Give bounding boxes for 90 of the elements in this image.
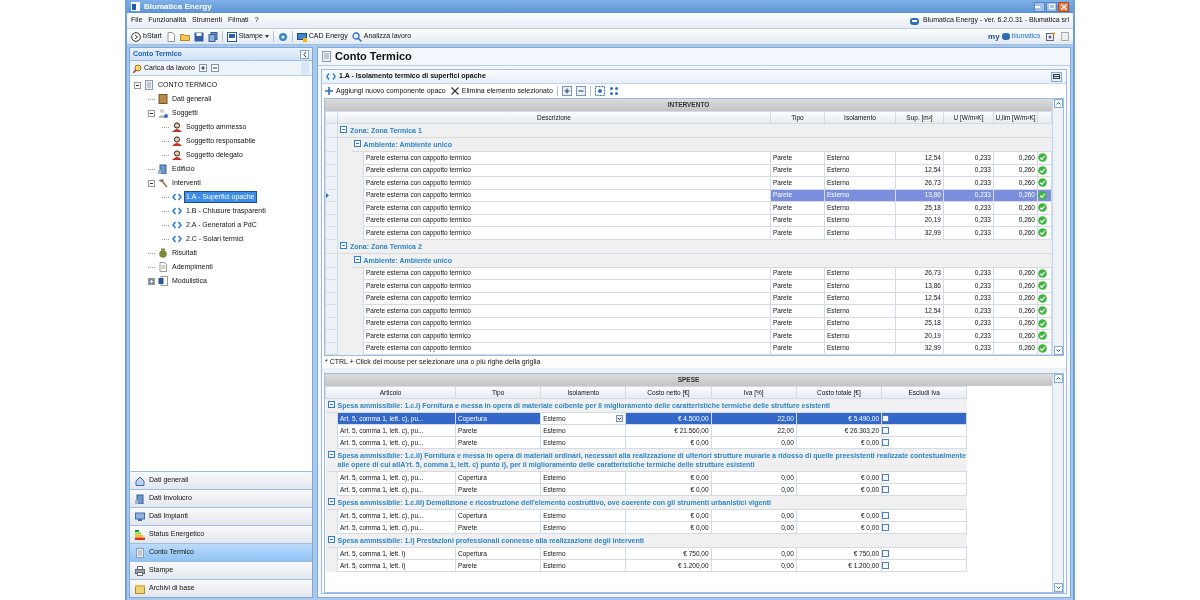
window-title: Blumatica Energy — [144, 0, 212, 13]
code-brackets-icon — [172, 234, 182, 244]
maximize-icon — [1048, 4, 1055, 9]
collapse-toggle-icon[interactable] — [327, 536, 335, 543]
code-brackets-icon — [172, 206, 182, 216]
collapse-panel-button[interactable] — [300, 49, 309, 59]
building-icon — [158, 164, 168, 174]
checkbox[interactable] — [882, 562, 889, 569]
scroll-up-icon[interactable] — [1053, 374, 1063, 383]
printer-icon — [135, 565, 145, 576]
person-icon — [172, 122, 182, 132]
vertical-scrollbar[interactable] — [1052, 99, 1063, 355]
scroll-down-icon[interactable] — [1053, 583, 1063, 592]
building-icon — [135, 493, 145, 504]
collapse-toggle-icon[interactable] — [327, 451, 335, 458]
maximize-button[interactable] — [1046, 1, 1057, 12]
page-title: Conto Termico — [335, 49, 412, 65]
collapse-toggle-icon[interactable] — [340, 241, 347, 249]
collapse-toggle-icon[interactable] — [134, 81, 141, 89]
checkbox[interactable] — [882, 512, 889, 519]
checkbox[interactable] — [882, 439, 889, 446]
checkbox[interactable] — [882, 486, 889, 493]
layout-toggle-button[interactable] — [1051, 71, 1062, 82]
book-icon — [158, 94, 168, 104]
minus-icon — [212, 66, 217, 70]
document-icon — [158, 262, 168, 272]
app-icon — [131, 2, 140, 11]
zoom-fit-icon[interactable] — [594, 86, 605, 96]
monitor-icon — [135, 511, 145, 522]
caret-down-icon — [264, 35, 269, 38]
document-icon[interactable] — [165, 31, 176, 42]
person-icon — [172, 136, 182, 146]
collapse-toggle-icon[interactable] — [148, 179, 155, 187]
split-view-icon — [1053, 74, 1060, 79]
expand-box-icon[interactable] — [561, 86, 572, 96]
logo-prefix: my — [988, 30, 1000, 43]
archive-box-icon — [135, 583, 145, 594]
money-bag-icon — [158, 248, 168, 258]
scroll-up-icon[interactable] — [1053, 99, 1063, 108]
vertical-scrollbar[interactable] — [1052, 374, 1063, 592]
hammer-icon — [158, 178, 168, 188]
scroll-down-icon[interactable] — [1053, 346, 1063, 355]
energy-bars-icon — [135, 529, 145, 540]
stacked-pages-icon[interactable] — [207, 31, 218, 42]
collapse-toggle-icon[interactable] — [148, 109, 155, 117]
checkbox[interactable] — [882, 474, 889, 481]
document-icon[interactable] — [1061, 32, 1069, 41]
checkbox[interactable] — [882, 550, 889, 557]
magnifier-icon — [133, 63, 142, 73]
collapse-toggle-icon[interactable] — [353, 140, 361, 147]
person-icon — [172, 150, 182, 160]
expand-all-button[interactable] — [198, 64, 207, 72]
collapse-toggle-icon[interactable] — [340, 126, 347, 133]
plus-icon — [324, 86, 334, 96]
house-icon — [135, 475, 145, 486]
checkbox[interactable] — [882, 524, 889, 531]
row-selector[interactable] — [325, 189, 338, 202]
user-icon[interactable] — [1046, 32, 1055, 41]
dropdown-arrow-icon[interactable] — [616, 415, 624, 422]
start-circle-icon — [131, 31, 141, 42]
word-document-icon — [158, 276, 168, 286]
close-button[interactable] — [1058, 1, 1069, 12]
report-icon — [226, 31, 237, 42]
collapse-toggle-icon[interactable] — [327, 498, 335, 505]
folder-icon[interactable] — [179, 31, 190, 42]
minimize-button[interactable] — [1034, 1, 1045, 12]
close-icon — [1060, 3, 1067, 10]
grid-dots-icon[interactable] — [608, 86, 619, 96]
minimize-icon — [1035, 5, 1040, 8]
expand-toggle-icon[interactable] — [148, 277, 155, 285]
code-brackets-icon — [172, 220, 182, 230]
list-icon — [144, 80, 154, 90]
plus-icon — [200, 66, 205, 70]
checkbox[interactable] — [882, 427, 889, 434]
x-mark-icon — [449, 86, 460, 96]
row-pointer-icon — [326, 192, 329, 198]
collapse-all-button[interactable] — [210, 64, 219, 72]
collapse-toggle-icon[interactable] — [327, 401, 335, 408]
gear-icon[interactable] — [277, 31, 288, 42]
monitor-icon — [296, 31, 307, 42]
collapse-toggle-icon[interactable] — [353, 255, 361, 263]
list-icon — [322, 51, 331, 62]
code-brackets-icon — [172, 192, 182, 202]
chevron-left-icon — [302, 51, 307, 57]
logo-mark-icon — [1001, 33, 1010, 40]
people-icon — [158, 108, 168, 118]
code-brackets-icon — [326, 73, 336, 80]
list-icon — [135, 547, 145, 558]
checkbox[interactable] — [882, 415, 889, 422]
collapse-box-icon[interactable] — [575, 86, 586, 96]
